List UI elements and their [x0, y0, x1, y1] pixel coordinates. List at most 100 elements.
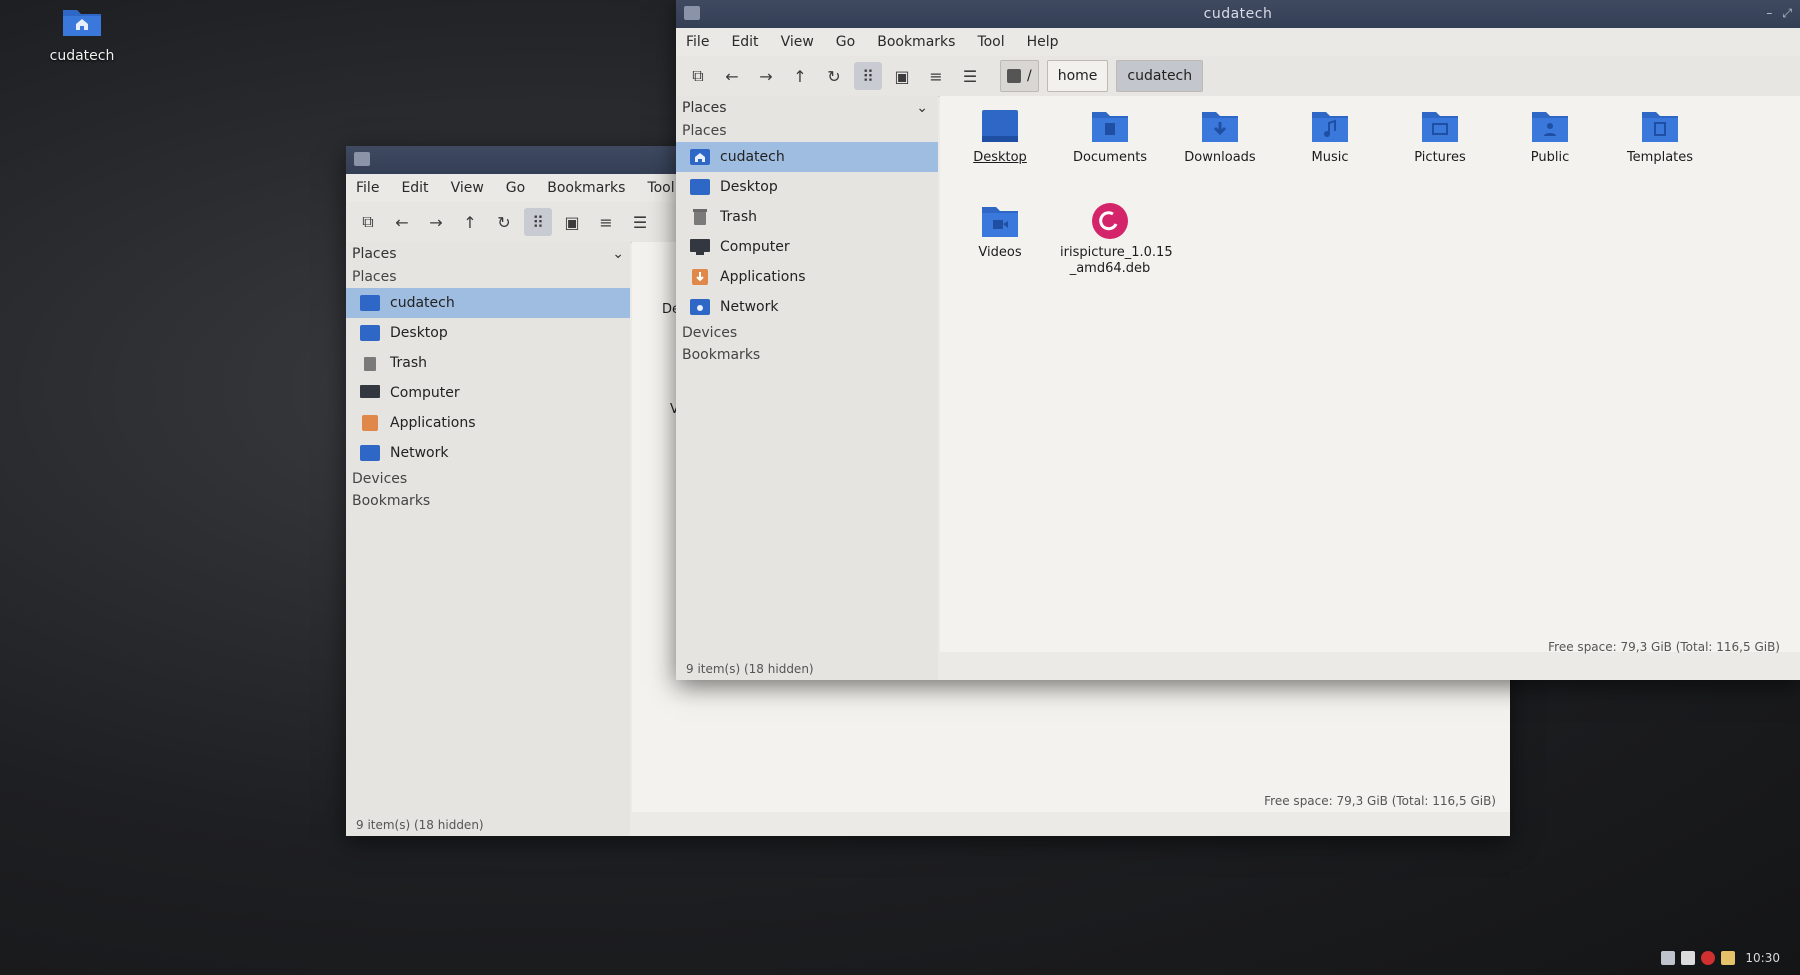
debian-package-icon [1088, 201, 1132, 241]
clock[interactable]: 10:30 [1745, 951, 1780, 965]
drive-icon [1007, 69, 1021, 83]
sidebar-item-applications[interactable]: Applications [346, 408, 630, 438]
home-folder-icon [360, 294, 380, 312]
minimize-icon[interactable]: – [1766, 6, 1772, 21]
menu-tool[interactable]: Tool [647, 180, 674, 196]
sidebar-item-network[interactable]: Network [676, 292, 938, 322]
menu-edit[interactable]: Edit [401, 180, 428, 196]
new-tab-icon[interactable]: ⧉ [684, 62, 712, 90]
thumbnail-view-icon[interactable]: ▣ [558, 208, 586, 236]
file-item-desktop[interactable]: Desktop [950, 106, 1050, 166]
sidebar-item-trash[interactable]: Trash [346, 348, 630, 378]
file-item-music[interactable]: Music [1280, 106, 1380, 166]
file-item-documents[interactable]: Documents [1060, 106, 1160, 166]
menu-edit[interactable]: Edit [731, 34, 758, 50]
compact-view-icon[interactable]: ≡ [922, 62, 950, 90]
front-window-titlebar[interactable]: cudatech – ⤢ [676, 0, 1800, 28]
desktop-folder-icon [978, 106, 1022, 146]
icon-view-icon[interactable]: ⠿ [854, 62, 882, 90]
applications-icon [360, 414, 380, 432]
back-icon[interactable]: ← [718, 62, 746, 90]
front-toolbar: ⧉ ← → ↑ ↻ ⠿ ▣ ≡ ☰ / home cudatech [676, 56, 1800, 97]
maximize-icon[interactable]: ⤢ [1782, 6, 1792, 21]
pictures-folder-icon [1418, 106, 1462, 146]
network-status-icon[interactable] [1701, 951, 1716, 965]
videos-folder-icon [978, 201, 1022, 241]
menu-go[interactable]: Go [836, 34, 855, 50]
menu-file[interactable]: File [356, 180, 379, 196]
desktop-home-icon[interactable]: cudatech [40, 4, 124, 64]
file-manager-window-front[interactable]: cudatech – ⤢ File Edit View Go Bookmarks… [676, 0, 1800, 680]
window-app-icon [354, 152, 370, 166]
trash-icon [360, 354, 380, 372]
file-item-deb-package[interactable]: irispicture_1.0.15 _amd64.deb [1060, 201, 1173, 277]
back-status-free-space: Free space: 79,3 GiB (Total: 116,5 GiB) [1264, 794, 1496, 808]
path-segment-home[interactable]: home [1046, 60, 1109, 92]
file-item-downloads[interactable]: Downloads [1170, 106, 1270, 166]
file-item-templates[interactable]: Templates [1610, 106, 1710, 166]
volume-icon[interactable] [1681, 951, 1696, 965]
up-icon[interactable]: ↑ [456, 208, 484, 236]
compact-view-icon[interactable]: ≡ [592, 208, 620, 236]
sidebar-item-computer[interactable]: Computer [676, 232, 938, 262]
reload-icon[interactable]: ↻ [490, 208, 518, 236]
sidebar-item-desktop[interactable]: Desktop [676, 172, 938, 202]
system-tray: 10:30 [1661, 951, 1780, 965]
bookmarks-header[interactable]: Bookmarks [676, 344, 938, 366]
file-item-videos[interactable]: Videos [950, 201, 1050, 261]
desktop-folder-icon [360, 324, 380, 342]
places-header: Places [352, 269, 397, 285]
new-tab-icon[interactable]: ⧉ [354, 208, 382, 236]
places-dropdown[interactable]: Places ⌄ [676, 96, 938, 120]
menu-bookmarks[interactable]: Bookmarks [877, 34, 955, 50]
file-view[interactable]: Desktop Documents Downloads Music Pictur… [940, 96, 1800, 652]
downloads-folder-icon [1198, 106, 1242, 146]
front-status-items: 9 item(s) (18 hidden) [686, 662, 814, 676]
reload-icon[interactable]: ↻ [820, 62, 848, 90]
sidebar-item-cudatech[interactable]: cudatech [676, 142, 938, 172]
computer-icon [690, 238, 710, 256]
sidebar-item-desktop[interactable]: Desktop [346, 318, 630, 348]
menu-go[interactable]: Go [506, 180, 525, 196]
menu-tool[interactable]: Tool [977, 34, 1004, 50]
templates-folder-icon [1638, 106, 1682, 146]
thumbnail-view-icon[interactable]: ▣ [888, 62, 916, 90]
list-view-icon[interactable]: ☰ [626, 208, 654, 236]
menu-view[interactable]: View [781, 34, 814, 50]
bookmarks-header[interactable]: Bookmarks [346, 490, 630, 512]
public-folder-icon [1528, 106, 1572, 146]
window-app-icon [684, 6, 700, 20]
back-sidebar: Places ⌄ Places cudatech Desktop Trash C… [346, 242, 630, 836]
notification-icon[interactable] [1721, 951, 1736, 965]
sidebar-item-network[interactable]: Network [346, 438, 630, 468]
sidebar-item-trash[interactable]: Trash [676, 202, 938, 232]
menu-view[interactable]: View [451, 180, 484, 196]
battery-icon[interactable] [1661, 951, 1676, 965]
up-icon[interactable]: ↑ [786, 62, 814, 90]
sidebar-item-cudatech[interactable]: cudatech [346, 288, 630, 318]
places-dropdown[interactable]: Places ⌄ [346, 242, 630, 266]
list-view-icon[interactable]: ☰ [956, 62, 984, 90]
forward-icon[interactable]: → [422, 208, 450, 236]
forward-icon[interactable]: → [752, 62, 780, 90]
places-header: Places [682, 123, 727, 139]
sidebar-item-applications[interactable]: Applications [676, 262, 938, 292]
menu-bookmarks[interactable]: Bookmarks [547, 180, 625, 196]
home-folder-icon [61, 4, 103, 38]
menu-help[interactable]: Help [1027, 34, 1059, 50]
music-folder-icon [1308, 106, 1352, 146]
back-icon[interactable]: ← [388, 208, 416, 236]
icon-view-icon[interactable]: ⠿ [524, 208, 552, 236]
front-status-free-space: Free space: 79,3 GiB (Total: 116,5 GiB) [1548, 640, 1780, 654]
path-segment-cudatech[interactable]: cudatech [1116, 60, 1204, 92]
file-item-public[interactable]: Public [1500, 106, 1600, 166]
menu-file[interactable]: File [686, 34, 709, 50]
file-item-pictures[interactable]: Pictures [1390, 106, 1490, 166]
trash-icon [690, 208, 710, 226]
devices-header[interactable]: Devices [676, 322, 938, 344]
path-root-button[interactable]: / [1000, 60, 1039, 92]
devices-header[interactable]: Devices [346, 468, 630, 490]
sidebar-item-computer[interactable]: Computer [346, 378, 630, 408]
desktop-home-label: cudatech [49, 48, 115, 64]
window-title: cudatech [1203, 6, 1273, 22]
